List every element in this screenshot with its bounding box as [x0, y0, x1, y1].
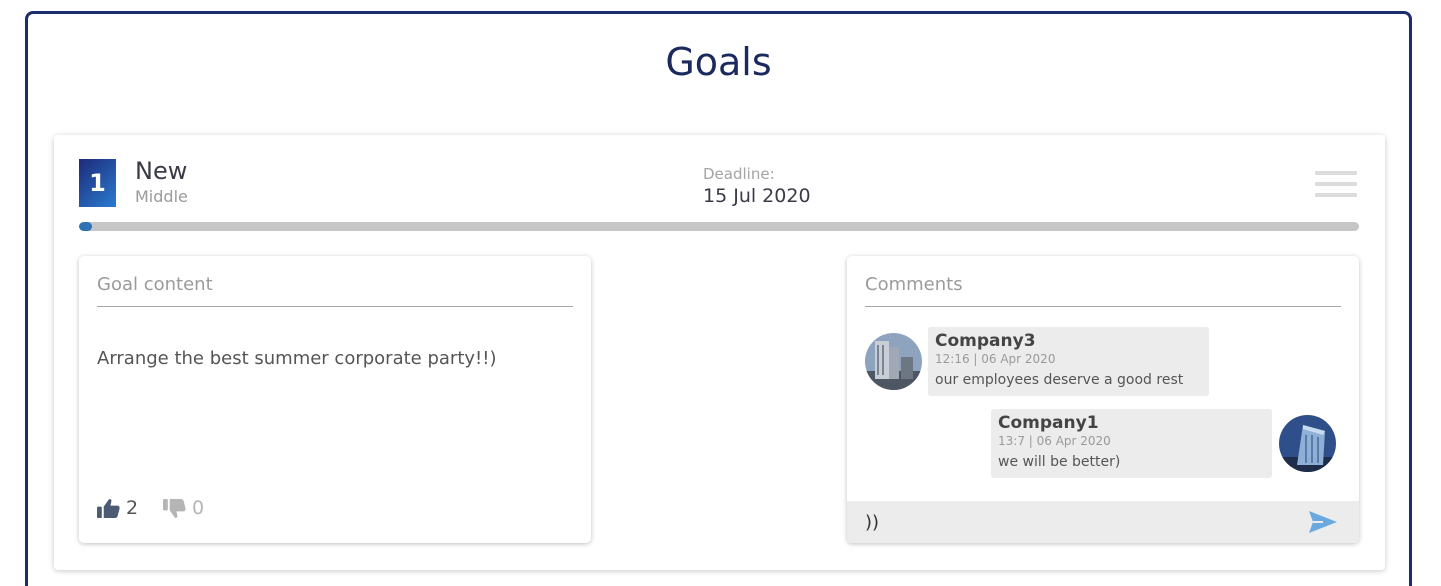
goal-number-badge: 1 [79, 159, 116, 207]
comment-bubble: Company3 12:16 | 06 Apr 2020 our employe… [928, 327, 1209, 396]
goal-card: 1 New Middle Deadline: 15 Jul 2020 Goal … [54, 135, 1385, 570]
goal-status: New [135, 157, 188, 185]
deadline-value: 15 Jul 2020 [703, 185, 811, 207]
goal-content-heading: Goal content [97, 274, 573, 307]
dislike-button[interactable]: 0 [163, 497, 204, 519]
hamburger-menu-icon[interactable] [1315, 171, 1357, 199]
deadline-label: Deadline: [703, 165, 775, 183]
goal-progress-fill [79, 222, 92, 231]
comment-time: 13:7 | 06 Apr 2020 [998, 434, 1111, 448]
comment-author: Company1 [998, 413, 1099, 433]
like-button[interactable]: 2 [97, 497, 138, 519]
comment-text: we will be better) [998, 454, 1121, 470]
goal-content-text: Arrange the best summer corporate party!… [97, 348, 497, 369]
comments-panel: Comments Company3 12:16 | 06 Apr 2020 ou… [847, 256, 1359, 543]
comments-heading: Comments [865, 274, 1341, 307]
comment-author: Company3 [935, 331, 1036, 351]
comment-input-bar [847, 501, 1359, 543]
goal-priority: Middle [135, 187, 188, 206]
goals-frame: Goals 1 New Middle Deadline: 15 Jul 2020… [25, 11, 1412, 586]
avatar [1279, 415, 1336, 472]
thumbs-down-icon [163, 498, 186, 518]
thumbs-up-icon [97, 498, 120, 518]
goal-content-panel: Goal content Arrange the best summer cor… [79, 256, 591, 543]
goal-progress-bar [79, 222, 1359, 231]
like-count: 2 [126, 497, 139, 519]
comment-input[interactable] [865, 509, 1285, 535]
page-title: Goals [665, 40, 772, 84]
comment-time: 12:16 | 06 Apr 2020 [935, 352, 1056, 366]
dislike-count: 0 [192, 497, 205, 519]
comment-text: our employees deserve a good rest [935, 372, 1184, 388]
comment-bubble: Company1 13:7 | 06 Apr 2020 we will be b… [991, 409, 1272, 478]
avatar [865, 333, 922, 390]
send-icon[interactable] [1309, 511, 1337, 533]
